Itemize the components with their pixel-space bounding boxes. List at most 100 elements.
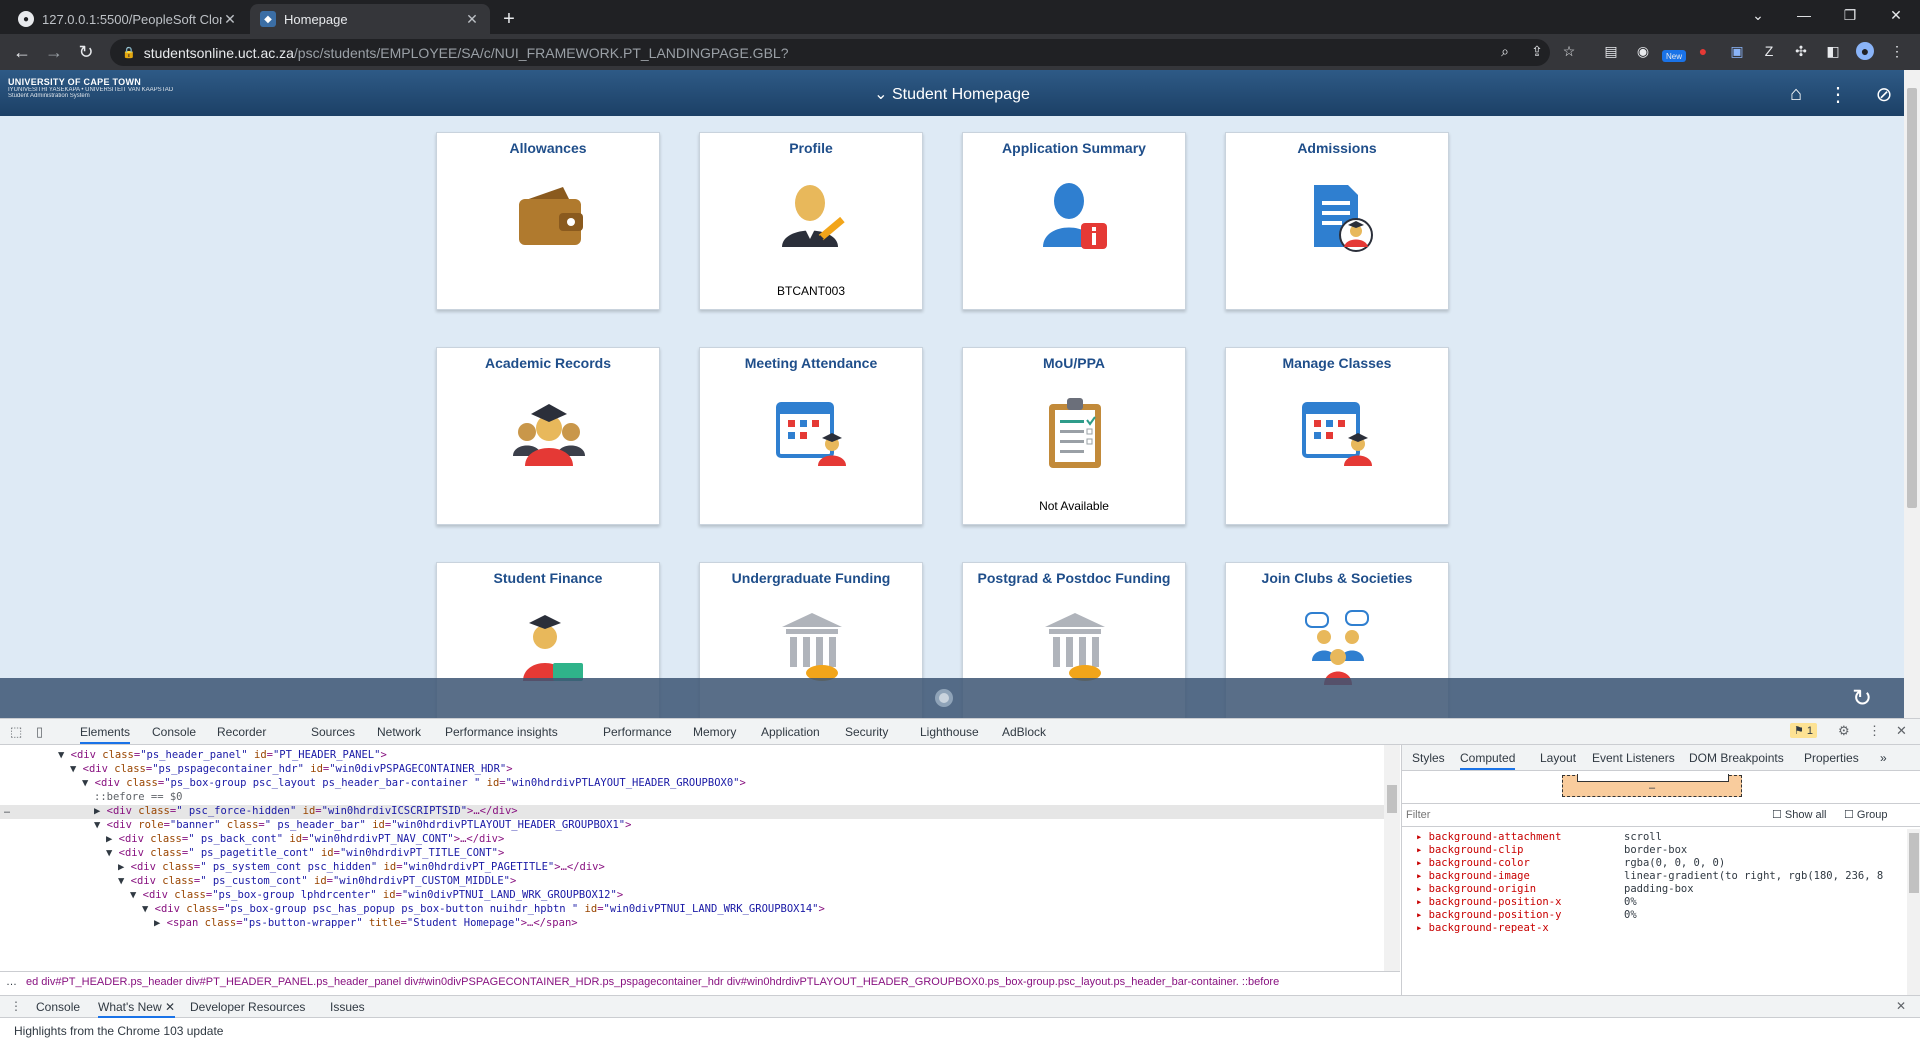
expand-arrow-icon[interactable]: ▼: [118, 875, 131, 887]
tile-admissions[interactable]: Admissions: [1225, 132, 1449, 310]
inspect-element-icon[interactable]: ⬚: [10, 724, 22, 740]
dom-node-line[interactable]: ▼ <div class="ps_header_panel" id="PT_HE…: [58, 749, 387, 763]
expand-arrow-icon[interactable]: ▼: [142, 903, 155, 915]
forward-icon[interactable]: →: [42, 40, 66, 64]
drawer-tab-console[interactable]: Console: [36, 1000, 80, 1014]
page-scrollbar[interactable]: [1904, 70, 1920, 718]
sidebar-tab-dom-breakpoints[interactable]: DOM Breakpoints: [1689, 751, 1784, 765]
minimize-button[interactable]: —: [1782, 0, 1826, 30]
dom-node-line[interactable]: ▼ <div class="ps_box-group lphdrcenter" …: [130, 889, 623, 903]
browser-tab[interactable]: ● 127.0.0.1:5500/PeopleSoft Clone/ ✕: [8, 4, 248, 34]
expand-arrow-icon[interactable]: ▶: [106, 833, 119, 845]
sidebar-tab-event-listeners[interactable]: Event Listeners: [1592, 751, 1675, 765]
sidebar-tab-computed[interactable]: Computed: [1460, 751, 1516, 770]
tile-profile[interactable]: Profile BTCANT003: [699, 132, 923, 310]
tab-search-icon[interactable]: ⌄: [1736, 0, 1780, 30]
devtools-tab-adblock[interactable]: AdBlock: [1002, 725, 1046, 739]
device-toolbar-icon[interactable]: ▯: [36, 724, 43, 740]
devtools-tab-network[interactable]: Network: [377, 725, 421, 739]
expand-arrow-icon[interactable]: ▼: [130, 889, 143, 901]
dom-node-line[interactable]: ▼ <div role="banner" class=" ps_header_b…: [94, 819, 631, 833]
back-icon[interactable]: ←: [10, 40, 34, 64]
profile-avatar[interactable]: ●: [1856, 42, 1874, 60]
computed-property-name[interactable]: ▸ background-attachment: [1416, 831, 1561, 843]
dom-node-line[interactable]: ▼ <div class="ps_pspagecontainer_hdr" id…: [70, 763, 513, 777]
extensions-puzzle-icon[interactable]: ✣: [1792, 42, 1810, 60]
expand-arrow-icon[interactable]: ▶: [94, 805, 107, 817]
expand-arrow-icon[interactable]: ▶: [118, 861, 131, 873]
ellipsis-icon[interactable]: …: [4, 805, 10, 816]
address-bar[interactable]: 🔒 studentsonline.uct.ac.za /psc/students…: [110, 39, 1550, 66]
devtools-menu-icon[interactable]: ⋮: [1868, 723, 1881, 739]
extension-new-badge[interactable]: New: [1662, 50, 1686, 62]
actions-menu-icon[interactable]: ⋮: [1826, 82, 1850, 106]
share-icon[interactable]: ⇪: [1528, 42, 1546, 60]
bookmark-star-icon[interactable]: ☆: [1560, 42, 1578, 60]
devtools-tab-console[interactable]: Console: [152, 725, 196, 739]
dom-node-line[interactable]: ▼ <div class="ps_box-group psc_has_popup…: [142, 903, 825, 917]
tile-mou-ppa[interactable]: MoU/PPA Not Available: [962, 347, 1186, 525]
extension-icon[interactable]: ▤: [1602, 42, 1620, 60]
issues-badge[interactable]: ⚑ 1: [1790, 723, 1818, 738]
computed-property-name[interactable]: ▸ background-clip: [1416, 844, 1523, 856]
dom-breadcrumbs[interactable]: … ed div#PT_HEADER.ps_header div#PT_HEAD…: [0, 971, 1400, 993]
tile-meeting-attendance[interactable]: Meeting Attendance: [699, 347, 923, 525]
computed-property-name[interactable]: ▸ background-color: [1416, 857, 1530, 869]
refresh-icon[interactable]: ↻: [1852, 684, 1872, 713]
zoom-icon[interactable]: ⌕: [1496, 42, 1514, 60]
elements-scrollbar[interactable]: [1384, 745, 1400, 971]
devtools-tab-memory[interactable]: Memory: [693, 725, 736, 739]
dom-node-line[interactable]: ▼ <div class="ps_box-group psc_layout ps…: [82, 777, 746, 791]
new-tab-button[interactable]: +: [494, 4, 524, 34]
camera-icon[interactable]: ◉: [1634, 42, 1652, 60]
close-tab-icon[interactable]: ✕: [165, 1000, 175, 1014]
devtools-tab-application[interactable]: Application: [761, 725, 820, 739]
group-checkbox[interactable]: ☐ Group: [1844, 808, 1888, 821]
expand-arrow-icon[interactable]: ▼: [94, 819, 107, 831]
devtools-tab-sources[interactable]: Sources: [311, 725, 355, 739]
sidebar-tab-layout[interactable]: Layout: [1540, 751, 1576, 765]
dom-node-line[interactable]: ▼ <div class=" ps_pagetitle_cont" id="wi…: [106, 847, 504, 861]
tile-academic-records[interactable]: Academic Records: [436, 347, 660, 525]
sidebar-tab-properties[interactable]: Properties: [1804, 751, 1859, 765]
devtools-tab-lighthouse[interactable]: Lighthouse: [920, 725, 979, 739]
settings-gear-icon[interactable]: ⚙: [1838, 723, 1850, 739]
tile-application-summary[interactable]: Application Summary: [962, 132, 1186, 310]
drawer-menu-icon[interactable]: ⋮: [10, 999, 22, 1013]
menu-kebab-icon[interactable]: ⋮: [1888, 42, 1906, 60]
expand-arrow-icon[interactable]: ▼: [58, 749, 71, 761]
computed-property-name[interactable]: ▸ background-image: [1416, 870, 1530, 882]
close-window-button[interactable]: ✕: [1874, 0, 1918, 30]
z-extension-icon[interactable]: Z: [1760, 42, 1778, 60]
dom-node-line[interactable]: ▶ <div class=" ps_back_cont" id="win0hdr…: [106, 833, 504, 847]
restore-button[interactable]: ❐: [1828, 0, 1872, 30]
computed-property-name[interactable]: ▸ background-repeat-x: [1416, 922, 1549, 934]
side-panel-icon[interactable]: ◧: [1824, 42, 1842, 60]
sidebar-tab-styles[interactable]: Styles: [1412, 751, 1445, 765]
scrollbar-thumb[interactable]: [1907, 88, 1917, 508]
close-devtools-icon[interactable]: ✕: [1896, 723, 1907, 739]
tile-manage-classes[interactable]: Manage Classes: [1225, 347, 1449, 525]
page-title-button[interactable]: ⌄ Student Homepage: [0, 84, 1904, 104]
home-icon[interactable]: ⌂: [1784, 82, 1808, 106]
reader-extension-icon[interactable]: ▣: [1728, 42, 1746, 60]
devtools-tab-security[interactable]: Security: [845, 725, 888, 739]
tile-allowances[interactable]: Allowances: [436, 132, 660, 310]
drawer-tab-developer-resources[interactable]: Developer Resources: [190, 1000, 305, 1014]
devtools-tab-performance[interactable]: Performance: [603, 725, 672, 739]
computed-filter-input[interactable]: [1406, 807, 1686, 823]
computed-property-name[interactable]: ▸ background-position-x: [1416, 896, 1561, 908]
close-icon[interactable]: ✕: [464, 11, 480, 28]
dom-node-line[interactable]: ::before == $0: [94, 791, 183, 805]
close-drawer-icon[interactable]: ✕: [1896, 999, 1906, 1013]
devtools-tab-recorder[interactable]: Recorder: [217, 725, 266, 739]
elements-scrollbar-thumb[interactable]: [1387, 785, 1397, 813]
record-extension-icon[interactable]: ●: [1694, 42, 1712, 60]
devtools-tab-elements[interactable]: Elements: [80, 725, 131, 744]
navbar-compass-icon[interactable]: ⊘: [1872, 82, 1896, 106]
devtools-tab-performance-insights[interactable]: Performance insights: [445, 725, 558, 739]
expand-arrow-icon[interactable]: ▼: [106, 847, 119, 859]
browser-tab-active[interactable]: ◆ Homepage ✕: [250, 4, 490, 34]
computed-property-name[interactable]: ▸ background-origin: [1416, 883, 1536, 895]
dom-node-line[interactable]: ▼ <div class=" ps_custom_cont" id="win0h…: [118, 875, 516, 889]
